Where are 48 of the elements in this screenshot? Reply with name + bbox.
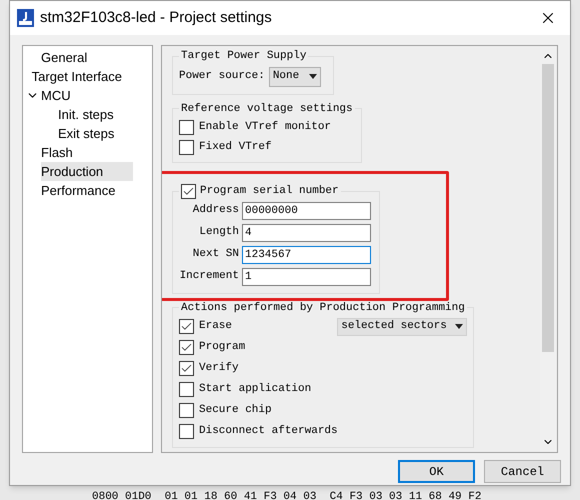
field-label: Address (192, 203, 239, 218)
tree-item[interactable]: Exit steps (58, 124, 144, 143)
group-title: Target Power Supply (180, 49, 308, 64)
checkbox-label: Program (199, 340, 246, 356)
text-field[interactable]: 00000000 (242, 202, 371, 220)
tree-item[interactable]: Init. steps (58, 105, 144, 124)
checkbox[interactable] (179, 340, 194, 355)
checkbox[interactable] (179, 382, 194, 397)
checkbox-label: Fixed VTref (199, 140, 272, 155)
checkbox-label: Verify (199, 361, 239, 376)
dialog-button[interactable]: Cancel (484, 460, 561, 483)
tree-item[interactable]: Production (41, 162, 134, 181)
tree-item[interactable]: Flash (41, 143, 103, 162)
group-title: Reference voltage settings (180, 102, 354, 116)
window-title: stm32F103c8-led - Project settings (40, 8, 272, 28)
field-label: Power source: (179, 69, 265, 84)
checkbox[interactable] (179, 319, 194, 334)
app-logo-icon (17, 9, 34, 27)
checkbox[interactable] (179, 424, 194, 439)
power-source-dropdown[interactable]: None (268, 66, 322, 86)
text-field[interactable]: 1234567 (242, 246, 371, 264)
tree-item[interactable]: MCU (41, 86, 101, 105)
field-label: Increment (179, 269, 239, 284)
tree-item[interactable]: Performance (41, 181, 146, 200)
tree-item[interactable]: General (41, 48, 118, 67)
dropdown-arrow-icon (309, 74, 318, 79)
checkbox-label: Secure chip (199, 403, 272, 418)
checkbox-label: Start application (199, 382, 312, 398)
checkbox-label: Erase (199, 319, 232, 334)
scrollbar-thumb[interactable] (542, 64, 554, 352)
checkbox[interactable] (179, 120, 194, 134)
hex-line: 0800 01D0 01 01 18 60 41 F3 04 03 C4 F3 03 03 11 68 49 F2 (92, 490, 482, 500)
dropdown-arrow-icon (454, 324, 463, 329)
group-title: Actions performed by Production Programming (180, 300, 466, 316)
checkbox[interactable] (179, 361, 194, 376)
tree-item[interactable]: Target Interface (32, 67, 152, 86)
checkbox-label: Disconnect afterwards (199, 424, 338, 440)
text-field[interactable]: 1 (242, 268, 371, 286)
checkbox[interactable] (179, 403, 194, 418)
checkbox[interactable] (179, 140, 194, 154)
field-label: Length (198, 225, 239, 240)
checkbox[interactable] (181, 184, 196, 199)
erase-mode-dropdown[interactable]: selected sectors (337, 318, 467, 336)
field-label: Next SN (192, 247, 239, 262)
text-field[interactable]: 4 (242, 224, 371, 242)
dialog-button[interactable]: OK (398, 460, 475, 483)
checkbox-label: Enable VTref monitor (199, 120, 332, 135)
group-title: Program serial number (200, 184, 339, 199)
